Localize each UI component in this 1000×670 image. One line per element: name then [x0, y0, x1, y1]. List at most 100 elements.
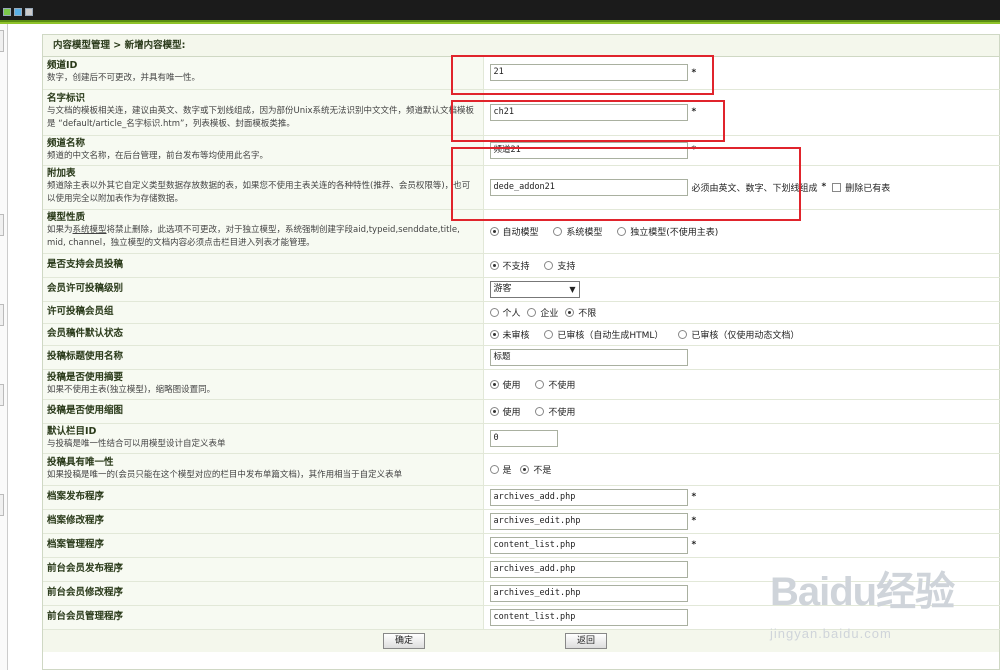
- field-label: 档案修改程序: [47, 515, 105, 526]
- member-list-program-input[interactable]: content_list.php: [489, 608, 688, 626]
- left-frame-tab[interactable]: [0, 304, 4, 326]
- field-label: 投稿标题使用名称: [47, 351, 124, 362]
- row-name-identifier: 名字标识 与文档的模板相关连，建议由英文、数字或下划线组成，因为部份Unix系统…: [43, 89, 1000, 136]
- status-reviewed-dynamic-radio[interactable]: [678, 329, 688, 339]
- field-label: 投稿是否使用摘要: [47, 371, 124, 383]
- field-label: 附加表: [47, 168, 76, 179]
- chevron-down-icon: ▼: [569, 284, 576, 294]
- archive-add-program-input[interactable]: archives_add.php: [489, 488, 688, 506]
- row-channel-id: 频道ID 数字，创建后不可更改，并具有唯一性。 21 *: [43, 57, 1000, 90]
- field-desc: 与文档的模板相关连，建议由英文、数字或下划线组成，因为部份Unix系统无法识别中…: [47, 106, 475, 129]
- field-label: 许可投稿会员组: [47, 306, 114, 317]
- field-label: 前台会员管理程序: [47, 611, 124, 622]
- field-label: 模型性质: [47, 212, 86, 223]
- field-desc: 频道的中文名称，在后台管理，前台发布等均使用此名字。: [47, 150, 269, 161]
- field-label: 名字标识: [47, 93, 86, 104]
- unique-no-radio[interactable]: [520, 464, 530, 474]
- field-label: 会员稿件默认状态: [47, 328, 124, 339]
- row-member-submission: 是否支持会员投稿 不支持 支持: [43, 253, 1000, 278]
- title-name-input[interactable]: 标题: [489, 348, 688, 366]
- model-auto-radio[interactable]: [489, 226, 499, 236]
- back-button[interactable]: 返回: [565, 632, 607, 649]
- breadcrumb: 内容模型管理 > 新增内容模型:: [43, 35, 999, 57]
- field-label: 会员许可投稿级别: [47, 283, 124, 294]
- thumbnail-yes-radio[interactable]: [489, 406, 499, 416]
- archive-list-program-input[interactable]: content_list.php: [489, 536, 688, 554]
- row-member-group: 许可投稿会员组 个人 企业 不限: [43, 301, 1000, 324]
- field-label: 频道ID: [47, 60, 78, 72]
- window-icon-green[interactable]: [3, 8, 11, 16]
- row-default-status: 会员稿件默认状态 未审核 已审核（自动生成HTML） 已审核（仅使用动态文档）: [43, 323, 1000, 346]
- left-frame-tab[interactable]: [0, 30, 4, 52]
- thumbnail-no-radio[interactable]: [535, 406, 545, 416]
- left-frame-tab[interactable]: [0, 214, 4, 236]
- confirm-button[interactable]: 确定: [383, 632, 425, 649]
- row-title-name: 投稿标题使用名称 标题: [43, 345, 1000, 370]
- required-mark: *: [691, 492, 697, 502]
- field-label: 前台会员发布程序: [47, 563, 124, 574]
- row-use-thumbnail: 投稿是否使用缩图 使用 不使用: [43, 399, 1000, 424]
- row-use-summary: 投稿是否使用摘要 如果不使用主表(独立模型)，缩略图设置同。 使用 不使用: [43, 369, 1000, 400]
- row-default-category: 默认栏目ID 与投稿是唯一性结合可以用模型设计自定义表单 0: [43, 423, 1000, 454]
- left-frame-edge: [0, 24, 8, 670]
- row-member-level: 会员许可投稿级别 游客 ▼: [43, 277, 1000, 302]
- system-model-link: 系统模型: [72, 225, 107, 235]
- channel-id-input[interactable]: 21: [489, 64, 688, 82]
- field-desc: 数字，创建后不可更改，并具有唯一性。: [47, 73, 201, 84]
- required-mark: *: [691, 145, 697, 155]
- row-channel-name: 频道名称 频道的中文名称，在后台管理，前台发布等均使用此名字。 频道21 *: [43, 135, 1000, 166]
- required-mark: *: [691, 516, 697, 526]
- field-label: 前台会员修改程序: [47, 587, 124, 598]
- model-system-radio[interactable]: [553, 226, 563, 236]
- required-mark: *: [691, 67, 697, 78]
- field-label: 默认栏目ID: [47, 425, 97, 437]
- field-desc: 如果投稿是唯一的(会员只能在这个模型对应的栏目中发布单篇文档)，其作用相当于自定…: [47, 469, 403, 480]
- group-personal-radio[interactable]: [489, 307, 499, 317]
- channel-name-input[interactable]: 频道21: [489, 141, 688, 159]
- member-add-program-input[interactable]: archives_add.php: [489, 560, 688, 578]
- row-model-type: 模型性质 如果为系统模型将禁止删除，此选项不可更改，对于独立模型，系统强制创建字…: [43, 209, 1000, 254]
- required-mark: *: [691, 107, 697, 117]
- field-desc: 如果不使用主表(独立模型)，缩略图设置同。: [47, 384, 216, 395]
- model-standalone-radio[interactable]: [617, 226, 627, 236]
- group-company-radio[interactable]: [527, 307, 537, 317]
- top-accent-line: [0, 22, 1000, 24]
- default-category-input[interactable]: 0: [489, 429, 558, 447]
- top-bar: [0, 0, 1000, 24]
- field-label: 频道名称: [47, 137, 86, 149]
- field-label: 投稿具有唯一性: [47, 456, 114, 468]
- status-reviewed-html-radio[interactable]: [544, 329, 554, 339]
- addon-table-note: 必须由英文、数字、下划线组成: [691, 183, 818, 194]
- unique-yes-radio[interactable]: [489, 464, 499, 474]
- required-mark: *: [691, 540, 697, 550]
- summary-no-radio[interactable]: [535, 379, 545, 389]
- submission-enabled-radio[interactable]: [544, 260, 554, 270]
- row-archive-edit-program: 档案修改程序 archives_edit.php *: [43, 509, 1000, 534]
- row-archive-list-program: 档案管理程序 content_list.php *: [43, 533, 1000, 558]
- row-addon-table: 附加表 频道除主表以外其它自定义类型数据存放数据的表，如果您不使用主表关连的各种…: [43, 165, 1000, 210]
- left-frame-tab[interactable]: [0, 384, 4, 406]
- field-desc: 如果为系统模型将禁止删除，此选项不可更改，对于独立模型，系统强制创建字段aid,…: [47, 225, 460, 248]
- submission-disabled-radio[interactable]: [489, 260, 499, 270]
- addon-table-input[interactable]: dede_addon21: [489, 178, 688, 196]
- delete-existing-table-checkbox[interactable]: [832, 182, 842, 192]
- watermark-brand: Baidu经验: [770, 570, 955, 614]
- status-unreviewed-radio[interactable]: [489, 329, 499, 339]
- member-edit-program-input[interactable]: archives_edit.php: [489, 584, 688, 602]
- name-identifier-input[interactable]: ch21: [489, 103, 688, 121]
- left-frame-tab[interactable]: [0, 494, 4, 516]
- member-level-select[interactable]: 游客 ▼: [489, 280, 580, 298]
- row-archive-add-program: 档案发布程序 archives_add.php *: [43, 485, 1000, 510]
- field-label: 档案管理程序: [47, 539, 105, 550]
- watermark-url: jingyan.baidu.com: [770, 626, 892, 641]
- group-unlimited-radio[interactable]: [565, 307, 575, 317]
- archive-edit-program-input[interactable]: archives_edit.php: [489, 512, 688, 530]
- window-icon-blue[interactable]: [14, 8, 22, 16]
- summary-yes-radio[interactable]: [489, 379, 499, 389]
- channel-form: 频道ID 数字，创建后不可更改，并具有唯一性。 21 * 名字标识 与文档的模板相…: [43, 57, 1000, 630]
- field-label: 是否支持会员投稿: [47, 259, 124, 270]
- field-desc: 与投稿是唯一性结合可以用模型设计自定义表单: [47, 438, 226, 449]
- window-icon-gray[interactable]: [25, 8, 33, 16]
- field-label: 投稿是否使用缩图: [47, 405, 124, 416]
- field-desc: 频道除主表以外其它自定义类型数据存放数据的表，如果您不使用主表关连的各种特性(推…: [47, 181, 471, 204]
